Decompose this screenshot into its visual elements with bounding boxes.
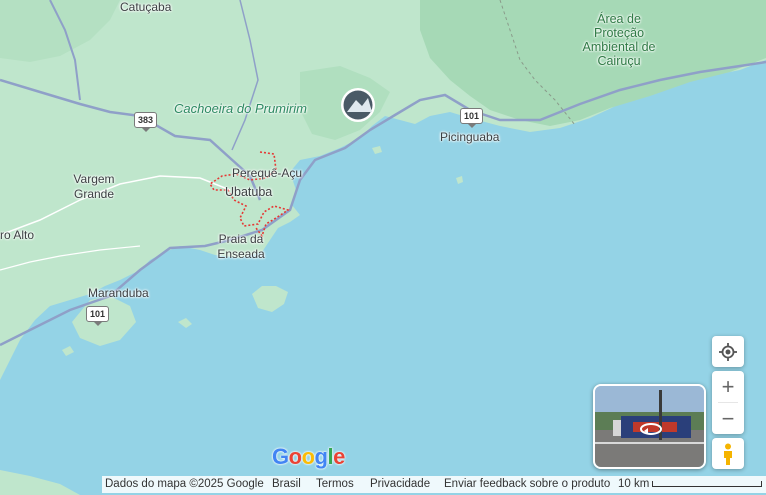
map-data-attribution[interactable]: Dados do mapa ©2025 Google — [105, 478, 264, 490]
label-picinguaba[interactable]: Picinguaba — [440, 130, 499, 144]
zoom-in-button[interactable]: + — [712, 371, 744, 402]
label-vargem-grande-text: Vargem Grande — [73, 172, 115, 201]
label-ubatuba[interactable]: Ubatuba — [225, 185, 272, 199]
label-praia-enseada[interactable]: Praia da Enseada — [210, 232, 272, 262]
label-maranduba[interactable]: Maranduba — [88, 286, 149, 300]
road-shield-101-south: 101 — [86, 306, 110, 326]
zoom-out-button[interactable]: − — [712, 403, 744, 434]
my-location-icon — [712, 336, 744, 367]
label-pereque-acu[interactable]: Perequê-Açu — [232, 166, 302, 180]
my-location-button[interactable] — [712, 336, 744, 367]
label-vargem-grande[interactable]: Vargem Grande — [64, 172, 124, 202]
label-cachoeira[interactable]: Cachoeira do Prumirim — [174, 102, 307, 116]
label-area-protecao-text: Área de Proteção Ambiental de Cairuçu — [582, 12, 656, 68]
terms-link[interactable]: Termos — [316, 478, 354, 490]
pegman-button[interactable] — [712, 438, 744, 469]
scale-bar — [652, 481, 762, 487]
map-footer: Dados do mapa ©2025 Google Brasil Termos… — [102, 476, 766, 493]
pegman-icon — [712, 438, 744, 469]
scale-label: 10 km — [618, 478, 650, 490]
feedback-link[interactable]: Enviar feedback sobre o produto — [444, 478, 610, 490]
road-shield-383: 383 — [134, 112, 158, 132]
label-praia-enseada-text: Praia da Enseada — [217, 232, 265, 261]
street-view-thumbnail[interactable] — [593, 384, 706, 469]
label-rio-alto[interactable]: ro Alto — [0, 228, 34, 242]
country-link[interactable]: Brasil — [272, 478, 301, 490]
zoom-controls: + − — [712, 371, 744, 434]
privacy-link[interactable]: Privacidade — [370, 478, 430, 490]
google-logo: Google — [272, 444, 345, 469]
road-shield-101-north: 101 — [460, 108, 484, 128]
street-view-rotate-icon — [639, 422, 663, 436]
label-area-protecao[interactable]: Área de Proteção Ambiental de Cairuçu — [578, 12, 660, 68]
label-catucaba[interactable]: Catuçaba — [120, 0, 171, 14]
